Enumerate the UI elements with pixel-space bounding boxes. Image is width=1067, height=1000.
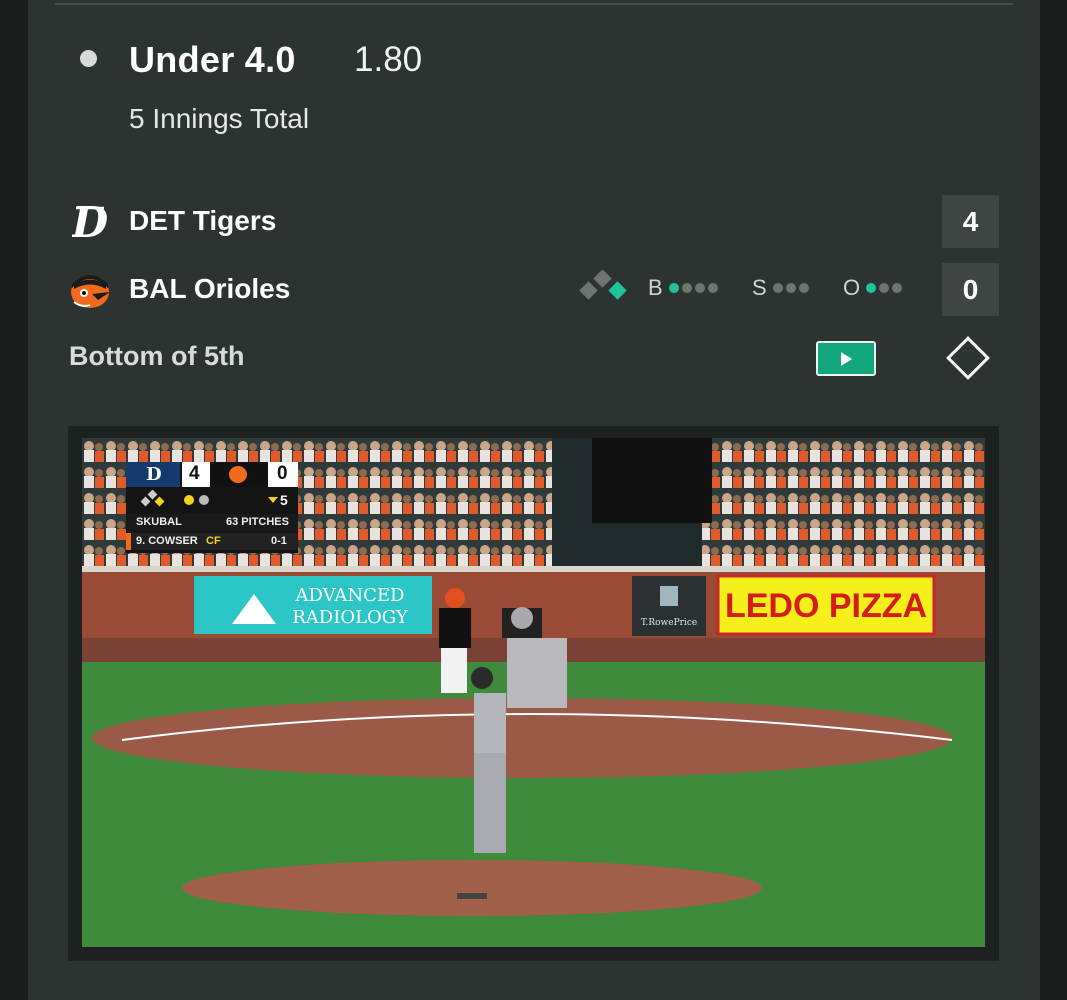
svg-text:D: D (72, 199, 108, 245)
strike-dot (798, 283, 809, 293)
bug-batter-pos: CF (206, 535, 221, 547)
score-bug-scores: D 4 0 (126, 462, 298, 487)
out-dot (866, 283, 877, 293)
ball-dot (668, 283, 679, 293)
sign-advanced-2: RADIOLOGY (292, 607, 409, 628)
score-bug-situation: 5 (126, 489, 298, 511)
selection-odds: 1.80 (354, 40, 423, 79)
team-name-tigers: DET Tigers (129, 205, 277, 236)
divider (55, 3, 1013, 5)
play-video-button[interactable] (816, 341, 876, 376)
bug-batter-count: 0-1 (271, 535, 287, 547)
bug-home-score: 0 (277, 463, 288, 484)
score-bug-pitcher: SKUBAL 63 PITCHES (126, 514, 298, 531)
live-video-player[interactable]: ADVANCED RADIOLOGY T.RowePrice LEDO PIZZ… (68, 426, 999, 961)
bug-inning: 5 (280, 492, 288, 508)
balls-count: B (648, 275, 721, 300)
outs-count: O (843, 275, 905, 300)
sign-ledo: LEDO PIZZA (725, 587, 927, 625)
bug-batter: 9. COWSER (136, 535, 198, 547)
bug-away-abbr: D (146, 464, 162, 485)
strike-dot (785, 283, 796, 293)
score-bug-batter: 9. COWSER CF 0-1 (126, 533, 298, 550)
team-name-orioles: BAL Orioles (129, 273, 291, 304)
bug-pitcher: SKUBAL (136, 516, 182, 528)
score-orioles: 0 (942, 263, 999, 316)
balls-label: B (648, 275, 663, 300)
market-name: 5 Innings Total (129, 103, 310, 134)
selection-name: Under 4.0 (129, 39, 296, 80)
selection-status-dot (80, 50, 97, 67)
out-dot (892, 283, 903, 293)
out-dot (879, 283, 890, 293)
video-frame: ADVANCED RADIOLOGY T.RowePrice LEDO PIZZ… (82, 438, 985, 947)
sign-trowe: T.RowePrice (641, 618, 697, 628)
strikes-count: S (752, 275, 812, 300)
tigers-logo-icon: D (72, 199, 108, 245)
ball-dot (707, 283, 718, 293)
bug-pitch-count: 63 PITCHES (226, 516, 289, 528)
strike-dot (772, 283, 783, 293)
bug-bases-icon (140, 490, 165, 507)
bases-diamond-icon (579, 270, 627, 300)
inning-status: Bottom of 5th (69, 341, 245, 371)
play-icon (841, 351, 852, 366)
orioles-logo-icon (68, 268, 112, 312)
bug-away-score: 4 (189, 463, 200, 484)
score-tigers: 4 (942, 195, 999, 248)
sign-advanced-1: ADVANCED (295, 585, 405, 606)
outs-label: O (843, 275, 861, 300)
ball-dot (694, 283, 705, 293)
ball-dot (681, 283, 692, 293)
field-view-icon[interactable] (942, 332, 994, 384)
score-bug: D 4 0 5 SKUBAL 63 PITCHES 9. COWSER CF 0… (126, 462, 298, 553)
strikes-label: S (752, 275, 767, 300)
